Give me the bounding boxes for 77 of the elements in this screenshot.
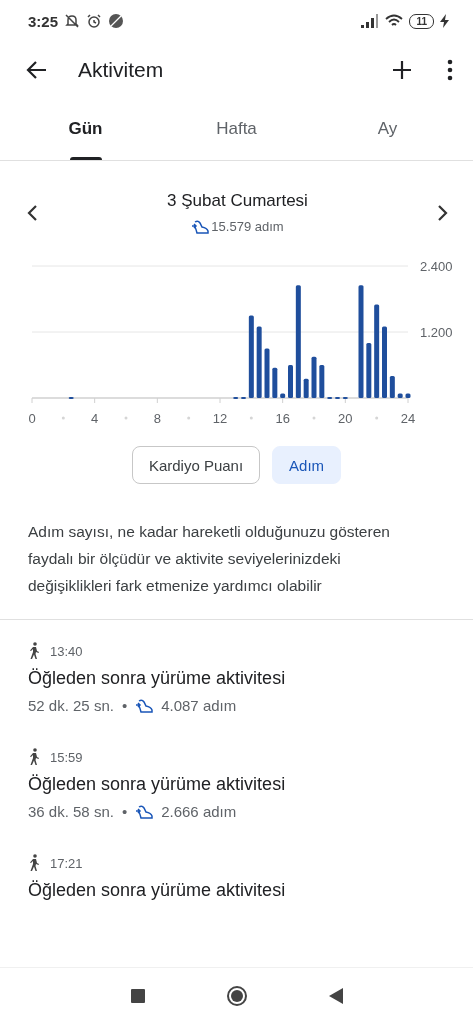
bar — [303, 378, 309, 398]
activity-steps: 4.087 adım — [161, 697, 237, 714]
metric-chip[interactable]: Adım — [272, 446, 342, 484]
chevron-right-icon — [437, 203, 449, 222]
bar — [405, 393, 411, 398]
x-axis-label: 8 — [153, 411, 161, 426]
chevron-left-icon — [26, 203, 38, 222]
separator-dot: • — [121, 803, 128, 820]
bar — [319, 365, 325, 398]
steps-icon — [191, 219, 210, 234]
plus-icon — [391, 59, 413, 81]
activity-title: Öğleden sonra yürüme aktivitesi — [28, 774, 287, 795]
bar — [288, 365, 293, 398]
bar — [389, 376, 395, 398]
activity-title: Öğleden sonra yürüme aktivitesi — [28, 880, 287, 901]
wifi-icon — [385, 14, 404, 28]
metric-chip[interactable]: Kardiyo Puanı — [131, 446, 261, 484]
tick-dot — [187, 416, 191, 420]
tick-dot — [249, 416, 253, 420]
walking-icon — [28, 854, 40, 872]
x-axis-label: 0 — [28, 411, 36, 426]
x-axis-label: 12 — [212, 411, 228, 426]
bar — [233, 396, 239, 399]
signal-icon — [361, 14, 380, 28]
charging-icon — [440, 14, 449, 28]
bar — [397, 393, 403, 398]
separator-dot: • — [121, 697, 128, 714]
activity-duration: 36 dk. 58 sn. — [28, 803, 114, 820]
activity-time: 15:59 — [50, 749, 83, 765]
triangle-icon — [328, 988, 343, 1004]
bar — [311, 356, 317, 398]
activity-duration: 52 dk. 25 sn. — [28, 697, 114, 714]
x-axis-label: 4 — [91, 411, 99, 426]
bar — [241, 396, 246, 399]
bar — [272, 367, 278, 398]
tab[interactable]: Gün — [10, 98, 161, 160]
bar — [256, 326, 262, 398]
tick-dot — [312, 416, 316, 420]
battery-level: 11 — [409, 13, 434, 29]
bar — [366, 343, 372, 398]
activity-steps: 2.666 adım — [161, 803, 237, 820]
description-text: Adım sayısı, ne kadar hareketli olduğunuzu gösteren faydalı bir ölçüdür ve aktivite seviyelerinizdeki değişiklikleri fark etmenize yardımcı olabilir — [28, 522, 391, 596]
y-axis-label: 1.200 — [420, 325, 453, 340]
bar — [327, 396, 333, 399]
bar — [68, 396, 74, 399]
circle-slash-icon — [108, 13, 125, 29]
more-icon — [447, 59, 453, 81]
x-axis-label: 16 — [275, 411, 290, 426]
steps-icon — [135, 804, 154, 819]
screen-title: Aktivitem — [78, 58, 165, 82]
activity-title: Öğleden sonra yürüme aktivitesi — [28, 668, 287, 689]
bar — [382, 326, 387, 398]
status-time: 3:25 — [28, 12, 59, 30]
muted-bell-icon — [64, 13, 81, 29]
x-axis-label: 24 — [400, 411, 416, 426]
date-title: 3 Şubat Cumartesi — [167, 191, 308, 211]
x-axis-label: 20 — [338, 411, 353, 426]
walking-icon — [28, 748, 40, 766]
activity-time: 17:21 — [50, 855, 83, 871]
tab[interactable]: Hafta — [161, 98, 312, 160]
steps-icon — [135, 698, 154, 713]
tab[interactable]: Ay — [312, 98, 463, 160]
bar — [342, 396, 348, 399]
tick-dot — [124, 416, 128, 420]
tick-dot — [375, 416, 379, 420]
circle-icon — [225, 985, 248, 1007]
walking-icon — [28, 642, 40, 660]
alarm-icon — [86, 13, 103, 29]
y-axis-label: 2.400 — [420, 259, 453, 274]
tick-dot — [61, 416, 65, 420]
bar — [280, 393, 286, 398]
total-steps: 15.579 adım — [211, 219, 284, 234]
activity-time: 13:40 — [50, 643, 83, 659]
bar — [335, 396, 340, 399]
square-icon — [130, 989, 145, 1003]
back-arrow-icon — [26, 59, 48, 81]
bar — [264, 348, 270, 398]
